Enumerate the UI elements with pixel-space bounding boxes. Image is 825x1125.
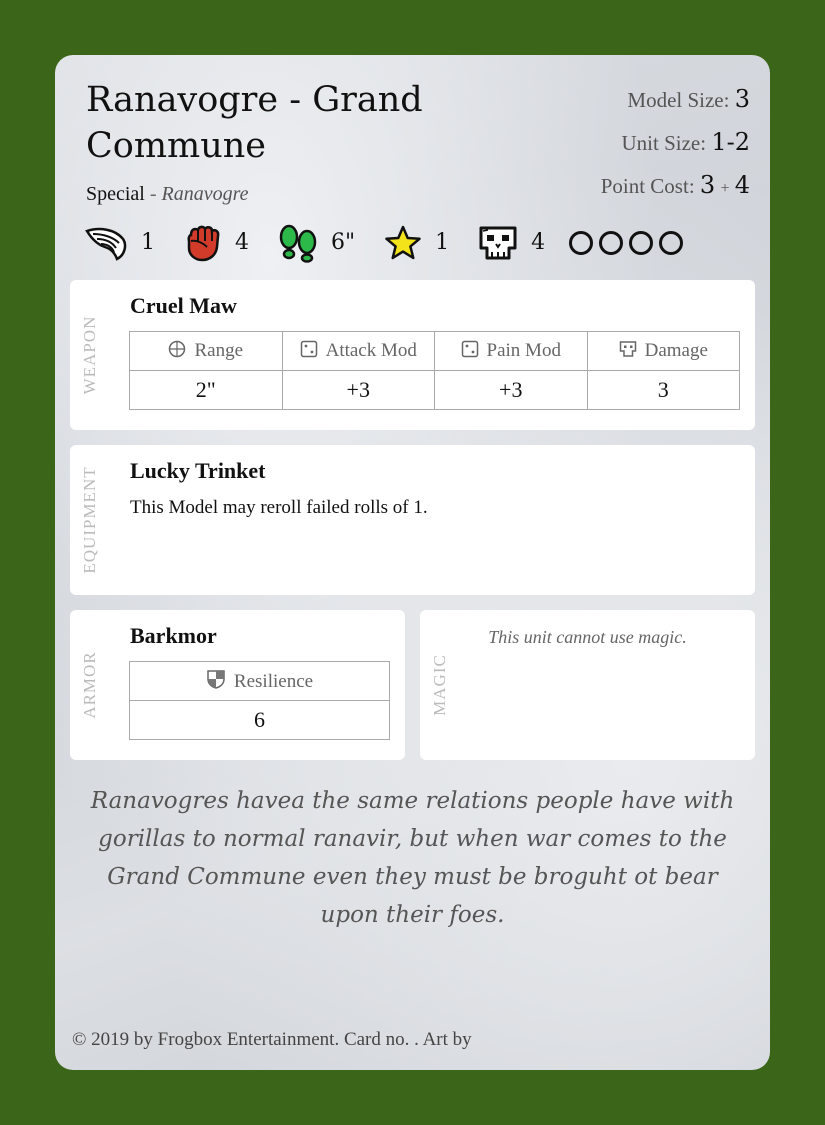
magic-text: This unit cannot use magic.	[488, 627, 687, 647]
header-damage: Damage	[586, 331, 740, 371]
unit-size: Unit Size: 1-2	[621, 128, 750, 156]
unit-race: Ranavogre	[161, 183, 249, 205]
model-size: Model Size: 3	[627, 85, 750, 113]
armor-name: Barkmor	[130, 623, 217, 648]
wing-icon	[85, 227, 127, 261]
header-pain-mod: Pain Mod	[434, 331, 588, 371]
stat-leadership: 1	[383, 223, 449, 263]
icon-stat-row: 1 4 6" 1 4	[85, 220, 684, 265]
header-resilience: Resilience	[129, 661, 390, 701]
unit-size-value: 1-2	[711, 128, 750, 156]
stat-toughness: 4	[477, 223, 545, 263]
point-cost: Point Cost: 3 + 4	[600, 171, 750, 199]
wound-tracker	[569, 230, 684, 255]
header-attack-mod: Attack Mod	[281, 331, 435, 371]
armor-panel: ARMOR Barkmor Resilience 6	[70, 610, 405, 760]
stat-agility: 1	[85, 223, 155, 263]
stat-agility-value: 1	[141, 230, 155, 255]
magic-label: MAGIC	[430, 654, 449, 716]
die-icon	[300, 340, 317, 358]
crosshair-icon	[169, 340, 186, 358]
footprints-icon	[279, 224, 317, 263]
wound-circle[interactable]	[659, 230, 684, 255]
armor-stats-table: Resilience 6	[129, 661, 390, 740]
unit-type: Special	[86, 183, 145, 205]
point-cost-extra: 4	[734, 171, 750, 199]
stat-movement-value: 6"	[331, 230, 356, 255]
weapon-stats-header: Range Attack Mod Pain Mod Damage	[129, 331, 740, 371]
size-cost-stats: Model Size: 3 Unit Size: 1-2 Point Cost:…	[601, 85, 750, 217]
card-subtitle: Special - Ranavogre	[86, 183, 249, 206]
equipment-label: EQUIPMENT	[80, 466, 99, 574]
damage-value: 3	[586, 370, 740, 410]
type-separator: -	[149, 183, 157, 205]
attack-mod-value: +3	[281, 370, 435, 410]
armor-stats-header: Resilience	[129, 661, 390, 701]
wound-circle[interactable]	[569, 230, 594, 255]
shield-icon	[207, 670, 225, 689]
card-title: Ranavogre - Grand Commune	[86, 80, 423, 166]
wound-circle[interactable]	[629, 230, 654, 255]
header-range: Range	[129, 331, 283, 371]
armor-label: ARMOR	[80, 651, 99, 719]
armor-stats-values: 6	[129, 700, 390, 740]
stat-strength-value: 4	[235, 230, 249, 255]
point-cost-base: 3	[699, 171, 716, 199]
unit-card: Ranavogre - Grand Commune Special - Rana…	[55, 55, 770, 1070]
wound-circle[interactable]	[599, 230, 624, 255]
equipment-description: This Model may reroll failed rolls of 1.	[130, 497, 428, 518]
copyright-footer: © 2019 by Frogbox Entertainment. Card no…	[72, 1029, 472, 1050]
weapon-stats-values: 2" +3 +3 3	[129, 370, 740, 410]
die-icon	[461, 340, 478, 358]
resilience-value: 6	[129, 700, 390, 740]
weapon-panel: WEAPON Cruel Maw Range Attack Mod Pain M…	[70, 280, 755, 430]
equipment-panel: EQUIPMENT Lucky Trinket This Model may r…	[70, 445, 755, 595]
stat-strength: 4	[183, 223, 249, 263]
skull-outline-icon	[619, 341, 636, 357]
equipment-name: Lucky Trinket	[130, 458, 266, 483]
skull-icon	[479, 226, 517, 259]
stat-leadership-value: 1	[435, 230, 450, 255]
stat-movement: 6"	[277, 223, 355, 263]
pain-mod-value: +3	[434, 370, 588, 410]
weapon-label: WEAPON	[80, 315, 99, 395]
stat-toughness-value: 4	[531, 230, 546, 255]
point-cost-plus: +	[720, 180, 730, 197]
magic-panel: MAGIC This unit cannot use magic.	[420, 610, 755, 760]
flavor-text: Ranavogres havea the same relations peop…	[90, 788, 735, 928]
weapon-name: Cruel Maw	[130, 293, 237, 318]
range-value: 2"	[129, 370, 283, 410]
star-icon	[385, 225, 421, 259]
weapon-stats-table: Range Attack Mod Pain Mod Damage 2" +3 +…	[129, 331, 740, 410]
model-size-value: 3	[734, 85, 750, 113]
fist-icon	[187, 225, 220, 261]
